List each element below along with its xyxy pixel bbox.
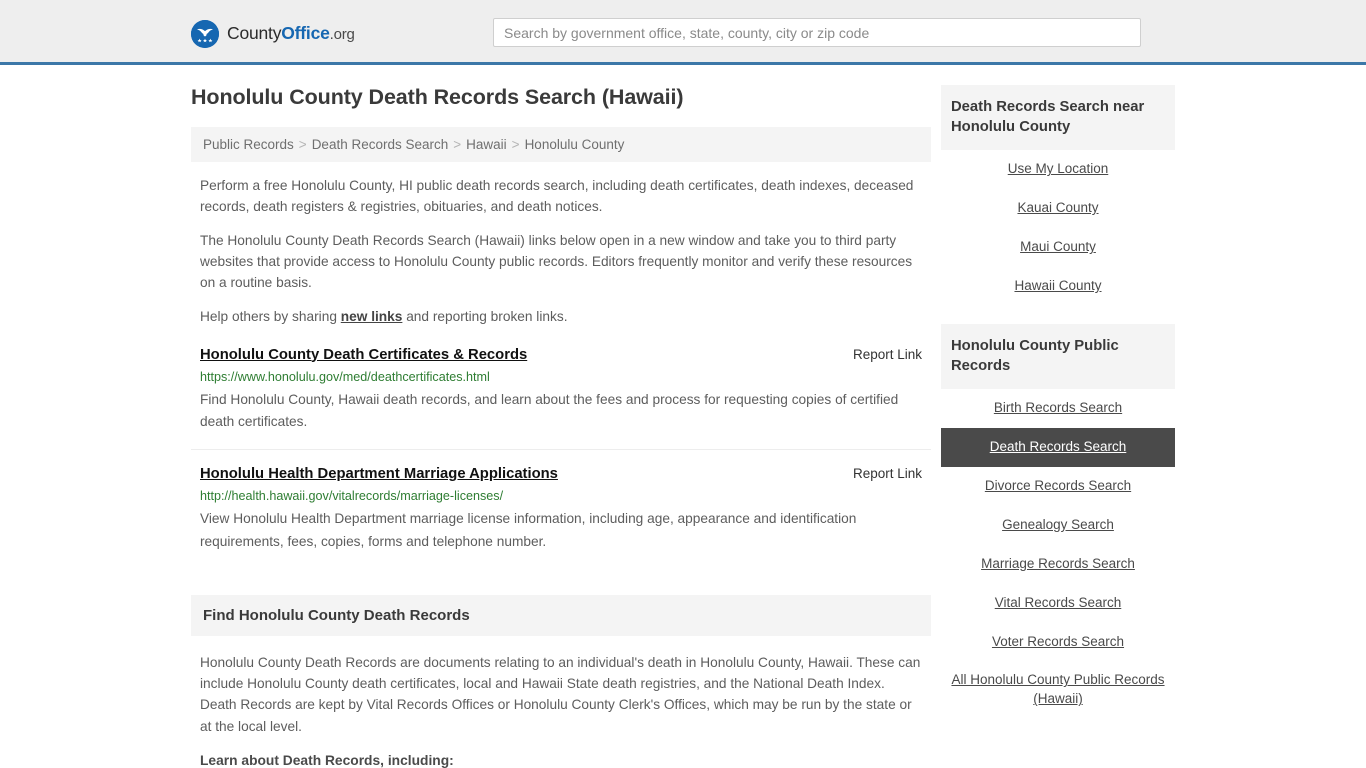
- section-paragraph: Honolulu County Death Records are docume…: [200, 654, 921, 734]
- brand-wordmark: CountyOffice.org: [227, 25, 355, 43]
- main-column: Honolulu County Death Records Search (Ha…: [191, 85, 931, 768]
- site-header: CountyOffice.org: [0, 0, 1366, 65]
- page-title: Honolulu County Death Records Search (Ha…: [191, 85, 684, 109]
- sidebar-item-label[interactable]: Divorce Records Search: [979, 467, 1137, 506]
- result-title-link[interactable]: Honolulu Health Department Marriage Appl…: [200, 465, 558, 484]
- sidebar-item-marriage-records-search[interactable]: Marriage Records Search: [941, 545, 1175, 584]
- sidebar-item-vital-records-search[interactable]: Vital Records Search: [941, 584, 1175, 623]
- search-input[interactable]: [493, 18, 1141, 47]
- sidebar-item-maui-county[interactable]: Maui County: [941, 228, 1175, 267]
- result-url[interactable]: https://www.honolulu.gov/med/deathcertif…: [200, 369, 922, 386]
- breadcrumb-item-1[interactable]: Public Records: [203, 137, 294, 152]
- sidebar-box-heading: Honolulu County Public Records: [941, 323, 1175, 390]
- breadcrumb-item-4: Honolulu County: [524, 136, 625, 152]
- sidebar-item-genealogy-search[interactable]: Genealogy Search: [941, 506, 1175, 545]
- sidebar-item-all-honolulu-county-public-records-hawaii[interactable]: All Honolulu County Public Records (Hawa…: [941, 661, 1175, 719]
- brand-part-org: .org: [329, 26, 355, 44]
- sidebar-item-death-records-search[interactable]: Death Records Search: [941, 428, 1175, 468]
- sidebar-item-label[interactable]: Genealogy Search: [996, 506, 1120, 545]
- result-item: Honolulu Health Department Marriage Appl…: [191, 465, 931, 569]
- sidebar-item-divorce-records-search[interactable]: Divorce Records Search: [941, 467, 1175, 506]
- sidebar-item-label[interactable]: Voter Records Search: [986, 623, 1130, 662]
- sidebar-item-label[interactable]: Hawaii County: [1008, 267, 1107, 306]
- brand-part-county: County: [227, 23, 282, 44]
- breadcrumb-separator: >: [298, 136, 307, 152]
- sidebar-box-1: Death Records Search near Honolulu Count…: [941, 85, 1175, 306]
- sidebar-item-label[interactable]: All Honolulu County Public Records (Hawa…: [941, 661, 1175, 719]
- result-item: Honolulu County Death Certificates & Rec…: [191, 346, 931, 451]
- sidebar-item-voter-records-search[interactable]: Voter Records Search: [941, 623, 1175, 662]
- sidebar: Death Records Search near Honolulu Count…: [931, 85, 1175, 737]
- eagle-seal-logo-icon: [191, 20, 219, 48]
- result-description: View Honolulu Health Department marriage…: [200, 511, 857, 549]
- sidebar-item-hawaii-county[interactable]: Hawaii County: [941, 267, 1175, 306]
- sidebar-box-2: Honolulu County Public Records Birth Reco…: [941, 323, 1175, 719]
- results-list: Honolulu County Death Certificates & Rec…: [191, 346, 931, 569]
- result-description: Find Honolulu County, Hawaii death recor…: [200, 391, 899, 429]
- report-link-button[interactable]: Report Link: [839, 466, 922, 481]
- new-links-link[interactable]: new links: [341, 309, 403, 324]
- sidebar-link-list: Use My Location Kauai County Maui County Ha…: [941, 150, 1175, 306]
- find-records-section-header: Find Honolulu County Death Records: [191, 594, 931, 636]
- result-title-link[interactable]: Honolulu County Death Certificates & Rec…: [200, 346, 527, 365]
- sidebar-item-kauai-county[interactable]: Kauai County: [941, 189, 1175, 228]
- sidebar-link-list: Birth Records Search Death Records Search…: [941, 389, 1175, 719]
- share-paragraph: Help others by sharing new links and rep…: [191, 307, 931, 328]
- sidebar-item-label[interactable]: Kauai County: [1011, 189, 1104, 228]
- sidebar-item-label[interactable]: Use My Location: [1002, 150, 1115, 189]
- learn-heading: Learn about Death Records, including:: [200, 753, 454, 768]
- brand-logo-link[interactable]: CountyOffice.org: [191, 20, 355, 48]
- breadcrumb: Public Records > Death Records Search > Hawa…: [191, 126, 931, 162]
- sidebar-item-label[interactable]: Marriage Records Search: [975, 545, 1141, 584]
- result-header: Honolulu Health Department Marriage Appl…: [200, 465, 922, 484]
- brand-part-office: Office: [281, 23, 330, 44]
- breadcrumb-item-2[interactable]: Death Records Search: [312, 137, 449, 152]
- sidebar-item-birth-records-search[interactable]: Birth Records Search: [941, 389, 1175, 428]
- sidebar-item-use-my-location[interactable]: Use My Location: [941, 150, 1175, 189]
- page-container: Honolulu County Death Records Search (Ha…: [0, 65, 1366, 768]
- share-prefix: Help others by sharing: [200, 308, 341, 324]
- content-columns: Honolulu County Death Records Search (Ha…: [191, 85, 1175, 768]
- breadcrumb-item-3[interactable]: Hawaii: [466, 137, 507, 152]
- intro-paragraph-1: Perform a free Honolulu County, HI publi…: [200, 177, 914, 214]
- sidebar-box-heading: Death Records Search near Honolulu Count…: [941, 85, 1175, 151]
- sidebar-item-label[interactable]: Vital Records Search: [989, 584, 1128, 623]
- breadcrumb-separator: >: [511, 136, 520, 152]
- sidebar-item-label[interactable]: Birth Records Search: [988, 389, 1128, 428]
- report-link-button[interactable]: Report Link: [839, 347, 922, 362]
- result-header: Honolulu County Death Certificates & Rec…: [200, 346, 922, 365]
- section-title: Find Honolulu County Death Records: [203, 606, 470, 624]
- sidebar-item-label[interactable]: Death Records Search: [984, 428, 1133, 467]
- sidebar-item-label[interactable]: Maui County: [1014, 228, 1102, 267]
- share-suffix: and reporting broken links.: [402, 308, 568, 324]
- result-url[interactable]: http://health.hawaii.gov/vitalrecords/ma…: [200, 488, 922, 505]
- breadcrumb-separator: >: [453, 136, 462, 152]
- intro-paragraph-2: The Honolulu County Death Records Search…: [200, 232, 913, 290]
